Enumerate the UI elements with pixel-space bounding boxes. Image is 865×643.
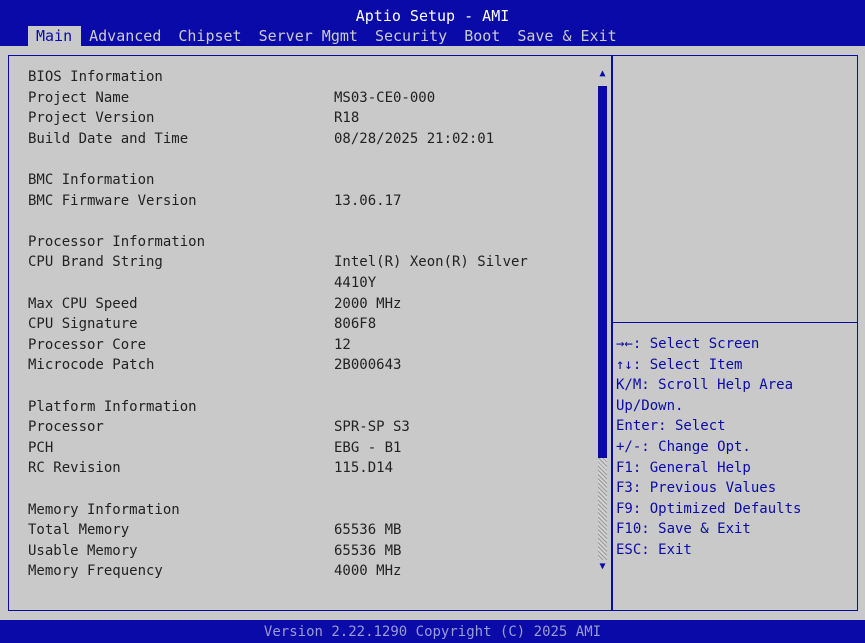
- help-esc-exit: ESC: Exit: [616, 541, 692, 558]
- row-label: CPU Brand String: [28, 254, 163, 271]
- row-label: Max CPU Speed: [28, 295, 138, 312]
- help-up-down: Up/Down.: [616, 397, 684, 414]
- row-label: Usable Memory: [28, 542, 138, 559]
- row-label: RC Revision: [28, 460, 121, 477]
- row-label: BMC Information: [28, 172, 155, 188]
- row-label: Processor: [28, 419, 104, 436]
- row-max-cpu-speed: Max CPU Speed 2000 MHz: [28, 294, 588, 314]
- help-divider: [612, 322, 858, 323]
- row-memory-frequency: Memory Frequency 4000 MHz: [28, 561, 588, 581]
- row-build-date: Build Date and Time 08/28/2025 21:02:01: [28, 129, 588, 149]
- row-bmc-firmware: BMC Firmware Version 13.06.17: [28, 191, 588, 211]
- row-value: Intel(R) Xeon(R) Silver: [334, 254, 528, 271]
- row-value: SPR-SP S3: [334, 419, 410, 436]
- help-save-exit: F10: Save & Exit: [616, 521, 751, 538]
- tab-boot[interactable]: Boot: [456, 26, 509, 46]
- row-label: Build Date and Time: [28, 130, 189, 147]
- row-value: R18: [334, 110, 360, 127]
- row-label: BMC Firmware Version: [28, 192, 197, 209]
- section-heading-processor: Processor Information: [28, 232, 588, 252]
- row-label: Platform Information: [28, 398, 197, 415]
- row-value: 2B000643: [334, 357, 402, 374]
- tab-advanced[interactable]: Advanced: [81, 26, 170, 46]
- scroll-up-arrow-icon[interactable]: ▲: [597, 68, 608, 80]
- help-enter-select: Enter: Select: [616, 418, 726, 435]
- panel-divider: [611, 55, 613, 611]
- row-label: Processor Core: [28, 336, 147, 353]
- row-value: 65536 MB: [334, 522, 402, 539]
- help-select-item: ↑↓: Select Item: [616, 356, 743, 373]
- scroll-down-arrow-icon[interactable]: ▼: [597, 561, 608, 573]
- row-project-name: Project Name MS03-CE0-000: [28, 88, 588, 108]
- section-heading-bios: BIOS Information: [28, 67, 588, 87]
- row-label: Project Name: [28, 89, 130, 106]
- row-value: 4000 MHz: [334, 563, 402, 580]
- row-label: PCH: [28, 439, 54, 456]
- help-select-screen: →←: Select Screen: [616, 336, 760, 352]
- row-label: BIOS Information: [28, 69, 163, 85]
- row-value: 12: [334, 336, 351, 353]
- row-value: 65536 MB: [334, 542, 402, 559]
- row-label: Microcode Patch: [28, 357, 155, 374]
- row-value: EBG - B1: [334, 439, 402, 456]
- row-value: 13.06.17: [334, 192, 402, 209]
- row-total-memory: Total Memory 65536 MB: [28, 520, 588, 540]
- row-microcode-patch: Microcode Patch 2B000643: [28, 355, 588, 375]
- row-value: 115.D14: [334, 460, 394, 477]
- row-cpu-brand-cont: 4410Y: [28, 273, 588, 293]
- row-label: Memory Frequency: [28, 563, 163, 580]
- help-optimized-defaults: F9: Optimized Defaults: [616, 500, 802, 517]
- version-text: Version 2.22.1290 Copyright (C) 2025 AMI: [263, 624, 602, 640]
- section-heading-bmc: BMC Information: [28, 170, 588, 190]
- row-label: CPU Signature: [28, 316, 138, 333]
- help-previous-values: F3: Previous Values: [616, 480, 777, 497]
- row-value: MS03-CE0-000: [334, 89, 436, 106]
- row-label: Project Version: [28, 110, 155, 127]
- help-panel: →←: Select Screen ↑↓: Select Item K/M: S…: [616, 334, 856, 561]
- section-heading-memory: Memory Information: [28, 500, 588, 520]
- row-value: 4410Y: [334, 275, 377, 291]
- help-scroll-area: K/M: Scroll Help Area: [616, 377, 794, 394]
- tab-server-mgmt[interactable]: Server Mgmt: [251, 26, 367, 46]
- row-pch: PCH EBG - B1: [28, 438, 588, 458]
- menu-bar: Main Advanced Chipset Server Mgmt Securi…: [28, 26, 626, 46]
- tab-chipset[interactable]: Chipset: [170, 26, 250, 46]
- row-project-version: Project Version R18: [28, 108, 588, 128]
- row-cpu-signature: CPU Signature 806F8: [28, 314, 588, 334]
- row-cpu-brand: CPU Brand String Intel(R) Xeon(R) Silver: [28, 252, 588, 272]
- row-usable-memory: Usable Memory 65536 MB: [28, 541, 588, 561]
- row-rc-revision: RC Revision 115.D14: [28, 458, 588, 478]
- help-general-help: F1: General Help: [616, 459, 751, 476]
- row-label: Memory Information: [28, 501, 180, 518]
- row-label: Processor Information: [28, 233, 206, 250]
- row-value: 806F8: [334, 316, 377, 333]
- row-processor: Processor SPR-SP S3: [28, 417, 588, 437]
- help-change-opt: +/-: Change Opt.: [616, 438, 751, 455]
- tab-security[interactable]: Security: [367, 26, 456, 46]
- tab-save-exit[interactable]: Save & Exit: [509, 26, 625, 46]
- tab-main[interactable]: Main: [28, 26, 82, 46]
- row-label: Total Memory: [28, 522, 130, 539]
- scrollbar-thumb[interactable]: [598, 86, 607, 458]
- row-value: 08/28/2025 21:02:01: [334, 130, 495, 147]
- row-value: 2000 MHz: [334, 295, 402, 312]
- app-title: Aptio Setup - AMI: [355, 7, 510, 25]
- footer-bar: Version 2.22.1290 Copyright (C) 2025 AMI: [0, 620, 865, 643]
- row-processor-core: Processor Core 12: [28, 335, 588, 355]
- section-heading-platform: Platform Information: [28, 397, 588, 417]
